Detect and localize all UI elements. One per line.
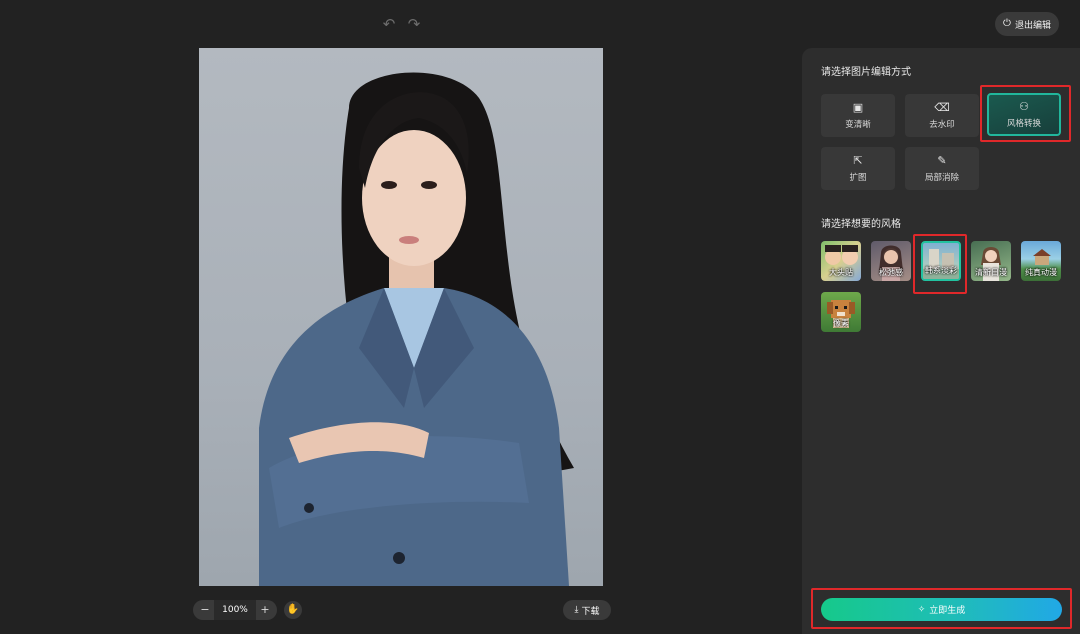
tool-label: 去水印 <box>929 119 955 130</box>
style-title: 请选择想要的风格 <box>821 219 901 230</box>
download-icon: ⤓ <box>574 605 579 615</box>
style-thumb-label: 清新日漫 <box>975 268 1007 277</box>
portrait-image <box>259 72 574 586</box>
style-thumb-label: 像素 <box>833 319 849 328</box>
power-icon: ⏻ <box>1003 18 1011 29</box>
style-thumb-label: 纯真动漫 <box>1025 268 1057 277</box>
download-button[interactable]: ⤓ 下载 <box>563 600 611 620</box>
eraser-icon: ⌫ <box>934 100 950 114</box>
highlight-box-style-tool <box>980 85 1071 142</box>
zoom-in-button[interactable]: + <box>257 602 273 618</box>
tool-label: 局部消除 <box>924 172 959 183</box>
style-thumb-fresh-anime[interactable]: 清新日漫 <box>971 241 1011 281</box>
style-thumb-pure-anime[interactable]: 纯真动漫 <box>1021 241 1061 281</box>
style-thumb-relaxed[interactable]: 松弛感 <box>871 241 911 281</box>
zoom-level: 100% <box>214 600 256 620</box>
exit-edit-button[interactable]: ⏻ 退出编辑 <box>995 12 1059 36</box>
zoom-control: − 100% + <box>193 600 277 620</box>
tool-expand-button[interactable]: ⇱ 扩图 <box>821 147 895 190</box>
highlight-box-generate <box>811 588 1072 629</box>
highlight-box-style-thumb <box>913 234 967 294</box>
style-thumb-label: 松弛感 <box>879 268 903 277</box>
edit-mode-title: 请选择图片编辑方式 <box>821 67 911 78</box>
style-thumb-label: 大头贴 <box>829 268 853 277</box>
undo-icon[interactable]: ↶ <box>381 16 397 32</box>
tool-enhance-button[interactable]: ▣ 变清晰 <box>821 94 895 137</box>
redo-icon[interactable]: ↷ <box>406 16 422 32</box>
tool-partial-erase-button[interactable]: ✎ 局部消除 <box>905 147 979 190</box>
style-thumb-photobooth[interactable]: 大头贴 <box>821 241 861 281</box>
hand-pan-icon[interactable]: ✋ <box>284 601 302 619</box>
hd-icon: ▣ <box>852 100 864 114</box>
expand-icon: ⇱ <box>853 153 863 167</box>
tool-label: 扩图 <box>849 172 867 183</box>
download-label: 下载 <box>581 606 600 617</box>
exit-edit-label: 退出编辑 <box>1014 20 1051 31</box>
photo-canvas <box>199 48 603 586</box>
style-thumb-pixel[interactable]: 像素 <box>821 292 861 332</box>
tool-remove-watermark-button[interactable]: ⌫ 去水印 <box>905 94 979 137</box>
tool-label: 变清晰 <box>845 119 871 130</box>
zoom-out-button[interactable]: − <box>197 602 213 618</box>
brush-erase-icon: ✎ <box>937 153 947 167</box>
